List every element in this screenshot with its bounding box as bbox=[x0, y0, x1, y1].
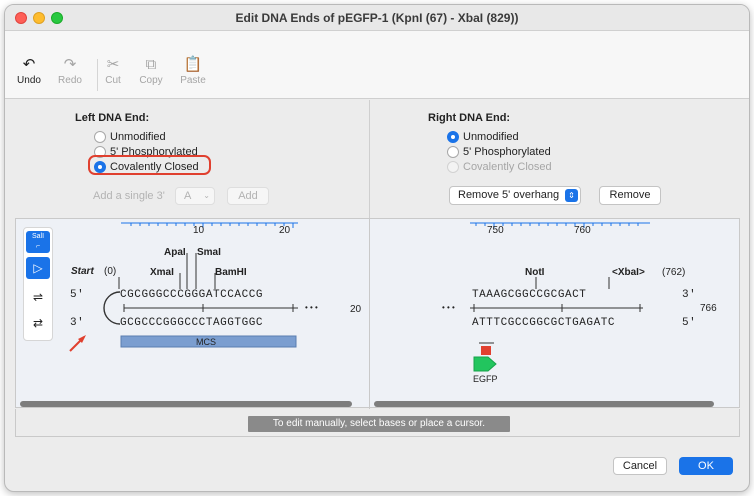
undo-button[interactable]: ↶ Undo bbox=[9, 56, 49, 87]
mcs-feature-label: MCS bbox=[196, 337, 216, 347]
enzyme-apai[interactable]: ApaI bbox=[164, 247, 186, 258]
redo-icon: ↷ bbox=[63, 56, 77, 73]
left-top-strand[interactable]: CGCGGGCCCGGGATCCACCG bbox=[120, 289, 263, 301]
right-covalently-closed-label: Covalently Closed bbox=[463, 161, 552, 173]
base-select-value: A bbox=[184, 190, 192, 202]
left-unmodified-radio[interactable] bbox=[94, 131, 106, 143]
undo-icon: ↶ bbox=[22, 56, 36, 73]
annotation-highlight bbox=[88, 155, 211, 175]
title-bar: Edit DNA Ends of pEGFP-1 (KpnI (67) - Xb… bbox=[5, 5, 749, 31]
right-map-graphics bbox=[470, 222, 650, 372]
ruler-label-760: 760 bbox=[574, 225, 591, 236]
updown-arrow-icon: ⇕ bbox=[565, 189, 578, 202]
right-bottom-strand[interactable]: ATTTCGCCGGCGCTGAGATC bbox=[472, 317, 615, 329]
status-bar: To edit manually, select bases or place … bbox=[15, 409, 740, 437]
enzyme-xbai[interactable]: <XbaI> bbox=[612, 267, 645, 278]
right-top-strand[interactable]: TAAAGCGGCCGCGACT bbox=[472, 289, 586, 301]
ruler-label-10: 10 bbox=[193, 225, 205, 236]
section-divider bbox=[369, 100, 370, 218]
bottom-strand-5prime-label: 5' bbox=[682, 317, 697, 329]
window-title: Edit DNA Ends of pEGFP-1 (KpnI (67) - Xb… bbox=[235, 11, 519, 25]
egfp-feature-label: EGFP bbox=[473, 374, 498, 384]
feature-marker-icon bbox=[481, 346, 491, 355]
continuation-ellipsis: • • • bbox=[305, 303, 318, 312]
remove-button[interactable]: Remove bbox=[599, 186, 661, 205]
sequence-map-panel: SalI ⌐ ▷ ⇌ ⇄ 10 20 ApaI SmaI XmaI BamHI … bbox=[15, 218, 741, 409]
redo-label: Redo bbox=[58, 75, 82, 86]
egfp-feature-arrow[interactable] bbox=[473, 356, 497, 372]
xbai-position: (762) bbox=[662, 267, 686, 278]
right-covalently-closed-radio[interactable] bbox=[447, 161, 459, 173]
paste-button[interactable]: 📋 Paste bbox=[173, 56, 213, 87]
enzyme-bamhi[interactable]: BamHI bbox=[215, 267, 247, 278]
left-bottom-strand[interactable]: GCGCCCGGGCCCTAGGTGGC bbox=[120, 317, 263, 329]
ruler-ticks bbox=[130, 223, 294, 228]
right-end-title: Right DNA End: bbox=[428, 112, 511, 124]
ruler-label-20: 20 bbox=[279, 225, 291, 236]
end-options-area: Left DNA End: Unmodified 5' Phosphorylat… bbox=[5, 100, 749, 218]
enzyme-noti[interactable]: NotI bbox=[525, 267, 544, 278]
left-map-graphics bbox=[69, 222, 298, 352]
right-map-scrollbar[interactable] bbox=[374, 401, 714, 407]
left-unmodified-label: Unmodified bbox=[110, 131, 166, 143]
top-strand-5prime-label: 5' bbox=[70, 289, 85, 301]
chevron-down-icon: ⌄ bbox=[203, 191, 210, 200]
cancel-button[interactable]: Cancel bbox=[613, 457, 667, 475]
scissors-icon: ✂ bbox=[106, 56, 120, 73]
enzyme-xmai[interactable]: XmaI bbox=[150, 267, 174, 278]
left-end-number: 20 bbox=[350, 304, 362, 315]
dialog-window: Edit DNA Ends of pEGFP-1 (KpnI (67) - Xb… bbox=[4, 4, 750, 492]
left-end-title: Left DNA End: bbox=[75, 112, 150, 124]
paste-label: Paste bbox=[180, 75, 206, 86]
add-base-label: Add a single 3' bbox=[93, 190, 165, 202]
ruler-label-750: 750 bbox=[487, 225, 504, 236]
copy-icon: ⧉ bbox=[145, 56, 157, 73]
top-strand-3prime-label: 3' bbox=[682, 289, 697, 301]
left-map-scrollbar[interactable] bbox=[20, 401, 352, 407]
overhang-select-value: Remove 5' overhang bbox=[458, 189, 560, 201]
right-enzyme-leader-lines bbox=[535, 277, 610, 289]
cut-label: Cut bbox=[105, 75, 121, 86]
right-continuation-ellipsis: • • • bbox=[442, 303, 455, 312]
left-end-map[interactable]: SalI ⌐ ▷ ⇌ ⇄ 10 20 ApaI SmaI XmaI BamHI … bbox=[16, 219, 368, 409]
undo-label: Undo bbox=[17, 75, 41, 86]
right-end-map[interactable]: 750 760 NotI <XbaI> (762) • • • TAAAGCGG… bbox=[369, 219, 741, 409]
bottom-strand-3prime-label: 3' bbox=[70, 317, 85, 329]
right-phosphorylated-radio[interactable] bbox=[447, 146, 459, 158]
toolbar: ↶ Undo ↷ Redo ✂ Cut ⧉ Copy 📋 Paste bbox=[5, 31, 749, 99]
right-unmodified-label: Unmodified bbox=[463, 131, 519, 143]
right-unmodified-radio[interactable] bbox=[447, 131, 459, 143]
cut-button[interactable]: ✂ Cut bbox=[93, 56, 133, 87]
copy-label: Copy bbox=[139, 75, 163, 86]
base-select[interactable]: A ⌄ bbox=[175, 187, 215, 205]
copy-button[interactable]: ⧉ Copy bbox=[131, 56, 171, 87]
covalent-closure-arc bbox=[103, 291, 121, 325]
redo-button[interactable]: ↷ Redo bbox=[50, 56, 90, 87]
edit-hint: To edit manually, select bases or place … bbox=[248, 416, 510, 432]
enzyme-smai[interactable]: SmaI bbox=[197, 247, 221, 258]
start-position: (0) bbox=[104, 266, 117, 277]
right-phosphorylated-label: 5' Phosphorylated bbox=[463, 146, 551, 158]
ok-button[interactable]: OK bbox=[679, 457, 733, 475]
right-end-number: 766 bbox=[700, 303, 717, 314]
add-base-button[interactable]: Add bbox=[227, 187, 269, 205]
start-label: Start bbox=[71, 266, 94, 277]
overhang-select[interactable]: Remove 5' overhang ⇕ bbox=[449, 186, 581, 205]
paste-icon: 📋 bbox=[183, 56, 203, 73]
